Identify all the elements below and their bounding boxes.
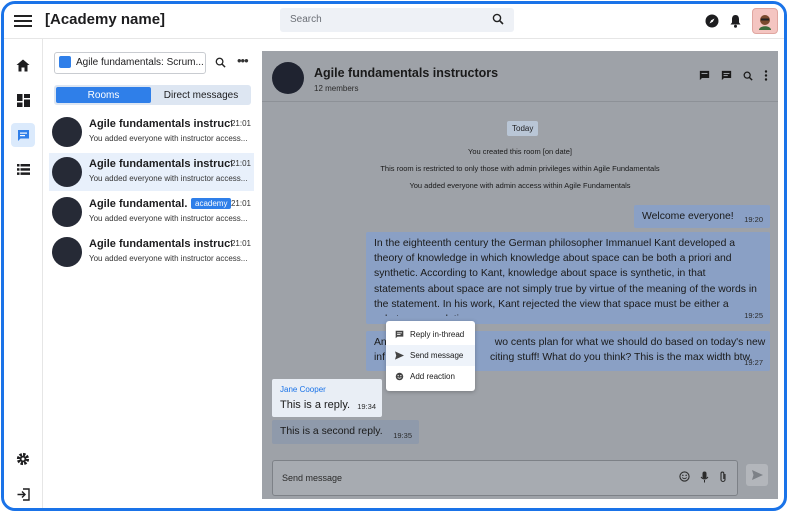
room-time: 21:01 [230,159,251,168]
room-avatar [52,197,82,227]
nav-list[interactable] [11,157,35,181]
nav-chat[interactable] [11,123,35,147]
rooms-search-icon[interactable] [215,57,226,68]
tab-direct-messages[interactable]: Direct messages [153,87,249,103]
attachment-icon[interactable] [719,471,727,483]
nav-home[interactable] [11,53,35,77]
academy-badge: academy [191,198,232,209]
room-preview: You added everyone with instructor acces… [89,254,248,263]
microphone-icon[interactable] [700,471,709,483]
nav-dashboard[interactable] [11,88,35,112]
user-avatar-icon [759,15,771,30]
room-preview: You added everyone with instructor acces… [89,174,248,183]
search-input[interactable]: Search [280,8,514,32]
date-separator: Today [507,121,539,136]
logout-icon [17,487,30,501]
message-bubble[interactable]: This is a second reply. 19:35 [272,420,419,444]
menu-item-reply-in-thread[interactable]: Reply in-thread [386,324,475,345]
message-icon[interactable] [721,70,732,81]
room-time: 21:01 [230,119,251,128]
system-message: You added everyone with admin access wit… [409,181,631,190]
room-selector[interactable]: Agile fundamentals: Scrum... [54,52,206,74]
threads-icon[interactable] [699,70,710,81]
menu-item-add-reaction[interactable]: Add reaction [386,366,475,387]
nav-settings[interactable] [11,447,35,471]
room-color-swatch [59,56,71,68]
room-name: Agile fundamental... [89,198,187,210]
chat-title: Agile fundamentals instructors [314,66,499,80]
search-icon [492,13,504,25]
dashboard-icon [16,93,30,107]
room-list-item[interactable]: Agile fundamentals instruct... 21:01 You… [49,113,254,151]
message-time: 19:20 [744,215,763,224]
system-message: You created this room [on date] [468,147,572,156]
reply-author: Jane Cooper [280,385,326,394]
app-title: [Academy name] [45,11,166,28]
room-avatar [52,237,82,267]
system-message: This room is restricted to only those wi… [380,164,660,173]
user-avatar[interactable] [752,8,778,34]
tab-rooms[interactable]: Rooms [56,87,151,103]
room-preview: You added everyone with instructor acces… [89,134,248,143]
reply-thread-icon [395,330,404,339]
message-context-menu: Reply in-thread Send message Add reactio… [386,321,475,391]
room-preview: You added everyone with instructor acces… [89,214,248,223]
chat-avatar [272,62,304,94]
message-time: 19:35 [393,431,412,440]
home-icon [16,59,30,71]
chat-panel: Agile fundamentals instructors 12 member… [262,51,778,499]
menu-item-label: Send message [410,351,464,360]
send-button[interactable] [746,464,768,486]
emoji-icon[interactable] [679,471,690,482]
message-bubble[interactable]: In the eighteenth century the German phi… [366,232,770,324]
list-icon [16,163,30,175]
room-tabs: Rooms Direct messages [54,85,251,105]
room-name: Agile fundamentals instruct... [89,158,232,170]
menu-item-label: Reply in-thread [410,330,465,339]
nav-rail [4,39,43,508]
menu-item-send-message[interactable]: Send message [386,345,475,366]
top-bar: [Academy name] Search [4,4,784,39]
room-list-item[interactable]: Agile fundamental... academy 21:01 You a… [49,193,254,231]
send-icon [751,470,763,480]
composer-placeholder: Send message [282,473,343,483]
message-text: This is a second reply. [280,426,383,437]
room-time: 21:01 [230,199,251,208]
room-list: Agile fundamentals instruct... 21:01 You… [49,113,254,273]
nav-logout[interactable] [11,482,35,506]
more-options-icon[interactable]: ••• [237,54,249,67]
chat-header: Agile fundamentals instructors 12 member… [262,51,778,102]
message-time: 19:25 [744,311,763,320]
search-placeholder: Search [290,14,322,25]
compass-icon[interactable] [705,14,719,28]
room-list-item-selected[interactable]: Agile fundamentals instruct... 21:01 You… [49,153,254,191]
reply-text: This is a reply. [280,399,351,411]
room-name: Agile fundamentals instruct... [89,238,232,250]
room-time: 21:01 [230,239,251,248]
chat-search-icon[interactable] [743,71,753,81]
notification-bell-icon[interactable] [729,14,742,28]
app-window: [Academy name] Search Agile fundamentals… [1,1,787,511]
message-text: Welcome everyone! [642,211,734,222]
menu-item-label: Add reaction [410,372,455,381]
message-bubble[interactable]: Welcome everyone! 19:20 [634,205,770,228]
message-composer[interactable]: Send message [272,460,738,496]
kebab-menu-icon[interactable] [764,70,768,81]
gear-icon [16,452,30,466]
reply-time: 19:34 [357,402,376,411]
room-selector-label: Agile fundamentals: Scrum... [76,57,204,68]
send-message-icon [395,351,404,360]
hamburger-menu-icon[interactable] [14,12,32,30]
room-avatar [52,157,82,187]
message-time: 19:27 [744,358,763,367]
room-avatar [52,117,82,147]
room-list-item[interactable]: Agile fundamentals instruct... 21:01 You… [49,233,254,271]
room-name: Agile fundamentals instruct... [89,118,232,130]
message-text: In the eighteenth century the German phi… [374,238,757,316]
chat-member-count: 12 members [314,84,359,93]
add-reaction-icon [395,372,404,381]
rooms-panel: Agile fundamentals: Scrum... ••• Rooms D… [43,39,259,508]
chat-icon [17,129,29,141]
reply-bubble[interactable]: Jane Cooper This is a reply. 19:34 [272,379,382,417]
